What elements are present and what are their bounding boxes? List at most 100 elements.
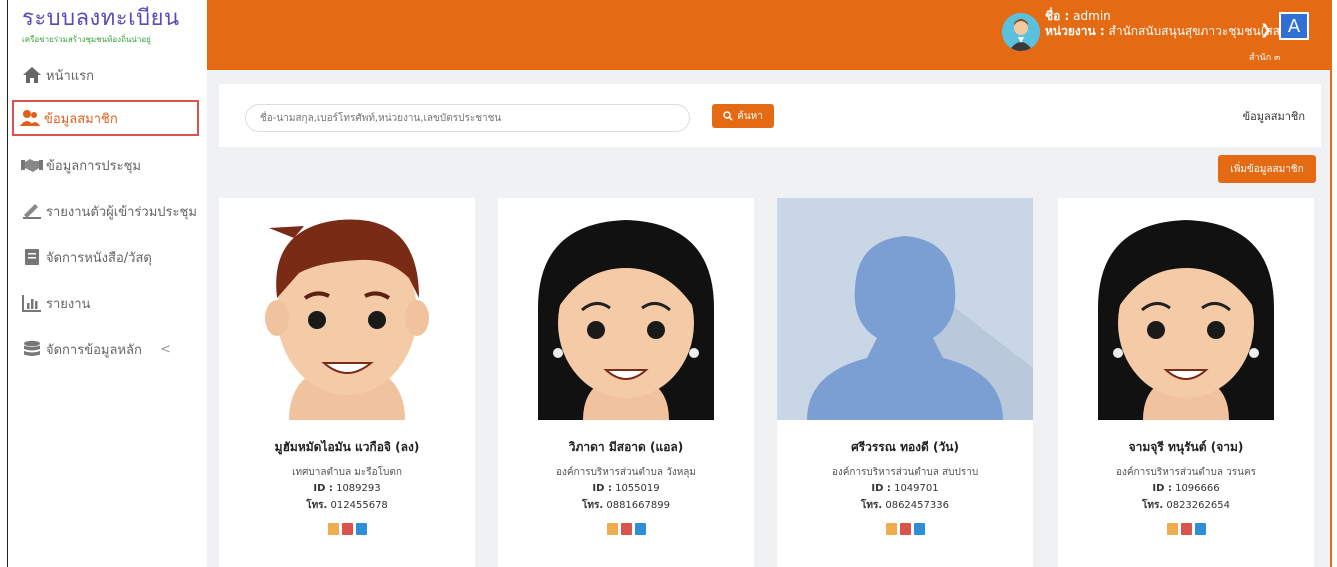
member-org: องค์การบริหารส่วนตำบล วังหลุม: [555, 467, 697, 478]
brand[interactable]: ระบบลงทะเบียน เครือข่ายร่วมสร้างชุมชนท้อ…: [8, 0, 207, 62]
document-icon[interactable]: [913, 523, 925, 535]
add-member-button[interactable]: เพิ่มข้อมูลสมาชิก: [1218, 155, 1316, 183]
edit-icon[interactable]: [885, 523, 897, 535]
member-name: จามจุรี ทนุรันต์ (จาม): [1128, 440, 1244, 454]
member-name: ศรีวรรณ ทองดี (วัน): [851, 440, 959, 454]
main-content: ค้นหา ข้อมูลสมาชิก เพิ่มข้อมูลสมาชิก มูฮ…: [207, 70, 1330, 567]
member-org: เทศบาลตำบล มะรือโบตก: [292, 467, 402, 478]
member-photo: [1058, 198, 1314, 420]
tel-value: 0862457336: [885, 500, 949, 511]
member-id: ID : 1089293: [219, 483, 475, 494]
tel-value: 0823262654: [1166, 500, 1230, 511]
scrollbar[interactable]: [1330, 0, 1337, 567]
tel-label: โทร.: [582, 500, 604, 511]
member-card: วิภาดา มีสอาด (แอล) องค์การบริหารส่วนตำบ…: [498, 198, 754, 567]
card-actions: [777, 523, 1033, 535]
profile-badge[interactable]: A: [1279, 12, 1309, 40]
id-value: 1096666: [1175, 483, 1220, 494]
card-actions: [219, 523, 475, 535]
member-card: มูฮัมหมัดไอมัน แวกือจิ (ลง) เทศบาลตำบล ม…: [219, 198, 475, 567]
sidebar-item-attendance-report[interactable]: รายงานตัวผู้เข้าร่วมประชุม: [8, 188, 207, 234]
member-name: มูฮัมหมัดไอมัน แวกือจิ (ลง): [274, 440, 420, 454]
top-bar: ชื่อ : admin หน่วยงาน : สำนักสนับสนุนสุข…: [207, 0, 1330, 70]
chevron-left-icon[interactable]: <: [160, 342, 171, 357]
card-actions: [498, 523, 754, 535]
handshake-icon: [20, 155, 44, 175]
id-value: 1049701: [894, 483, 939, 494]
search-input[interactable]: [245, 104, 690, 132]
card-actions: [1058, 523, 1314, 535]
book-icon: [20, 247, 44, 267]
sidebar-item-reports[interactable]: รายงาน: [8, 280, 207, 326]
member-tel: โทร. 0823262654: [1058, 498, 1314, 513]
name-label: ชื่อ :: [1045, 9, 1070, 23]
delete-icon[interactable]: [899, 523, 911, 535]
delete-icon[interactable]: [1180, 523, 1192, 535]
id-label: ID :: [313, 483, 333, 494]
database-icon: [20, 339, 44, 359]
document-icon[interactable]: [634, 523, 646, 535]
id-label: ID :: [1152, 483, 1172, 494]
tel-value: 0881667899: [606, 500, 670, 511]
sidebar-nav: หน้าแรก ข้อมูลสมาชิก ข้อมูลการประชุม ราย…: [8, 62, 207, 372]
edit-icon[interactable]: [327, 523, 339, 535]
member-card: ศรีวรรณ ทองดี (วัน) องค์การบริหารส่วนตำบ…: [777, 198, 1033, 567]
member-photo: [777, 198, 1033, 420]
member-photo: [219, 198, 475, 420]
sidebar-item-label: หน้าแรก: [46, 68, 94, 84]
sidebar-item-label: รายงานตัวผู้เข้าร่วมประชุม: [46, 204, 197, 220]
home-icon: [20, 65, 44, 85]
search-icon: [723, 111, 733, 121]
delete-icon[interactable]: [341, 523, 353, 535]
sidebar-item-meetings[interactable]: ข้อมูลการประชุม: [8, 142, 207, 188]
member-name: วิภาดา มีสอาด (แอล): [568, 440, 684, 454]
brand-title: ระบบลงทะเบียน: [22, 6, 180, 31]
delete-icon[interactable]: [620, 523, 632, 535]
tel-label: โทร.: [861, 500, 883, 511]
search-button-label: ค้นหา: [737, 110, 763, 122]
sidebar-item-home[interactable]: หน้าแรก: [8, 62, 207, 88]
sidebar-item-members[interactable]: ข้อมูลสมาชิก: [12, 100, 199, 136]
sidebar-item-label: จัดการหนังสือ/วัสดุ: [46, 250, 152, 266]
user-info: ชื่อ : admin หน่วยงาน : สำนักสนับสนุนสุข…: [1045, 9, 1296, 39]
sidebar-item-label: รายงาน: [46, 296, 91, 312]
member-id: ID : 1055019: [498, 483, 754, 494]
sidebar-item-books[interactable]: จัดการหนังสือ/วัสดุ: [8, 234, 207, 280]
id-label: ID :: [871, 483, 891, 494]
tel-value: 012455678: [330, 500, 388, 511]
member-id: ID : 1049701: [777, 483, 1033, 494]
unit-label: หน่วยงาน :: [1045, 24, 1105, 38]
sidebar-item-label: จัดการข้อมูลหลัก: [46, 342, 142, 358]
tel-label: โทร.: [1142, 500, 1164, 511]
id-value: 1089293: [336, 483, 381, 494]
breadcrumb: ข้อมูลสมาชิก: [1242, 110, 1305, 123]
id-label: ID :: [592, 483, 612, 494]
edit-icon[interactable]: [606, 523, 618, 535]
member-org: องค์การบริหารส่วนตำบล วรนคร: [1115, 467, 1257, 478]
sidebar-item-label: ข้อมูลการประชุม: [46, 158, 141, 174]
user-avatar[interactable]: [1002, 13, 1040, 51]
sidebar: ระบบลงทะเบียน เครือข่ายร่วมสร้างชุมชนท้อ…: [7, 0, 207, 567]
tel-label: โทร.: [306, 500, 328, 511]
member-id: ID : 1096666: [1058, 483, 1314, 494]
member-card: จามจุรี ทนุรันต์ (จาม) องค์การบริหารส่วน…: [1058, 198, 1314, 567]
user-name: admin: [1073, 9, 1111, 23]
edit-icon[interactable]: [1166, 523, 1178, 535]
sidebar-item-label: ข้อมูลสมาชิก: [44, 111, 118, 127]
member-photo: [498, 198, 754, 420]
users-icon: [18, 108, 42, 128]
member-org: องค์การบริหารส่วนตำบล สบปราบ: [831, 467, 979, 478]
member-tel: โทร. 0881667899: [498, 498, 754, 513]
search-panel: ค้นหา ข้อมูลสมาชิก: [219, 84, 1321, 147]
document-icon[interactable]: [355, 523, 367, 535]
document-icon[interactable]: [1194, 523, 1206, 535]
search-button[interactable]: ค้นหา: [712, 104, 774, 128]
brand-subtitle: เครือข่ายร่วมสร้างชุมชนท้องถิ่นน่าอยู่: [22, 35, 151, 44]
sidebar-item-master-data[interactable]: จัดการข้อมูลหลัก <: [8, 326, 207, 372]
signature-icon: [20, 201, 44, 221]
bar-chart-icon: [20, 293, 44, 313]
chevron-down-icon[interactable]: ❯: [1260, 22, 1272, 38]
member-tel: โทร. 0862457336: [777, 498, 1033, 513]
office-label: สำนัก ๓: [1249, 53, 1281, 63]
member-tel: โทร. 012455678: [219, 498, 475, 513]
